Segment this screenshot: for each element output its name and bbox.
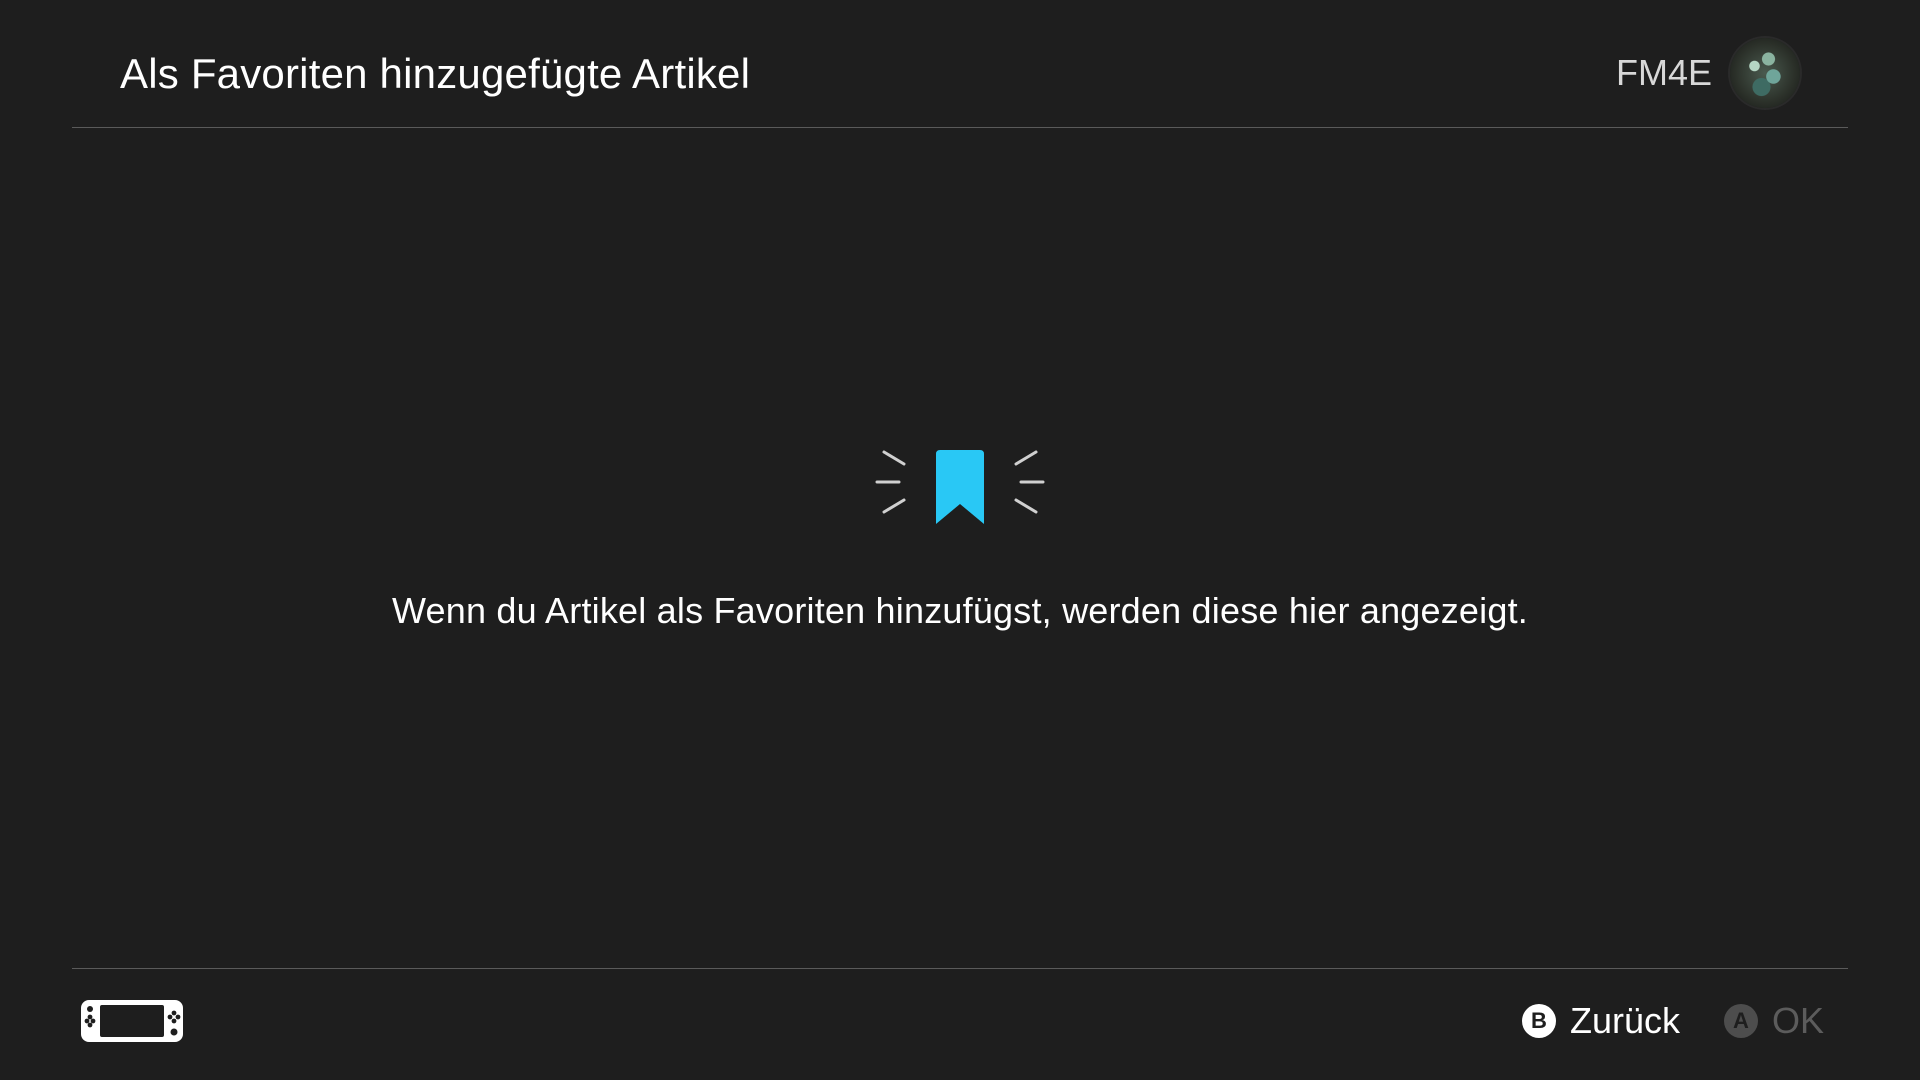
avatar[interactable] (1730, 38, 1800, 108)
handheld-console-icon (81, 1000, 183, 1042)
user-name: FM4E (1615, 52, 1712, 93)
empty-state: Wenn du Artikel als Favoriten hinzufügst… (0, 440, 1920, 632)
back-button[interactable]: B Zurück (1521, 1000, 1680, 1042)
back-label: Zurück (1569, 1000, 1680, 1041)
b-button-icon: B (1521, 1004, 1556, 1038)
a-button-icon: A (1723, 1004, 1758, 1038)
ok-button[interactable]: A OK (1723, 1000, 1824, 1042)
favorites-screen: Als Favoriten hinzugefügte Artikel FM4E … (0, 0, 1920, 1080)
ok-label: OK (1771, 1000, 1824, 1041)
button-hints: B Zurück A OK (1478, 999, 1824, 1043)
page-title: Als Favoriten hinzugefügte Artikel (120, 50, 751, 97)
header: Als Favoriten hinzugefügte Artikel FM4E (72, 0, 1848, 128)
footer: B Zurück A OK (72, 968, 1848, 1080)
user-profile[interactable]: FM4E (1616, 36, 1800, 110)
empty-message: Wenn du Artikel als Favoriten hinzufügst… (392, 590, 1528, 631)
bookmark-icon (875, 450, 1045, 524)
